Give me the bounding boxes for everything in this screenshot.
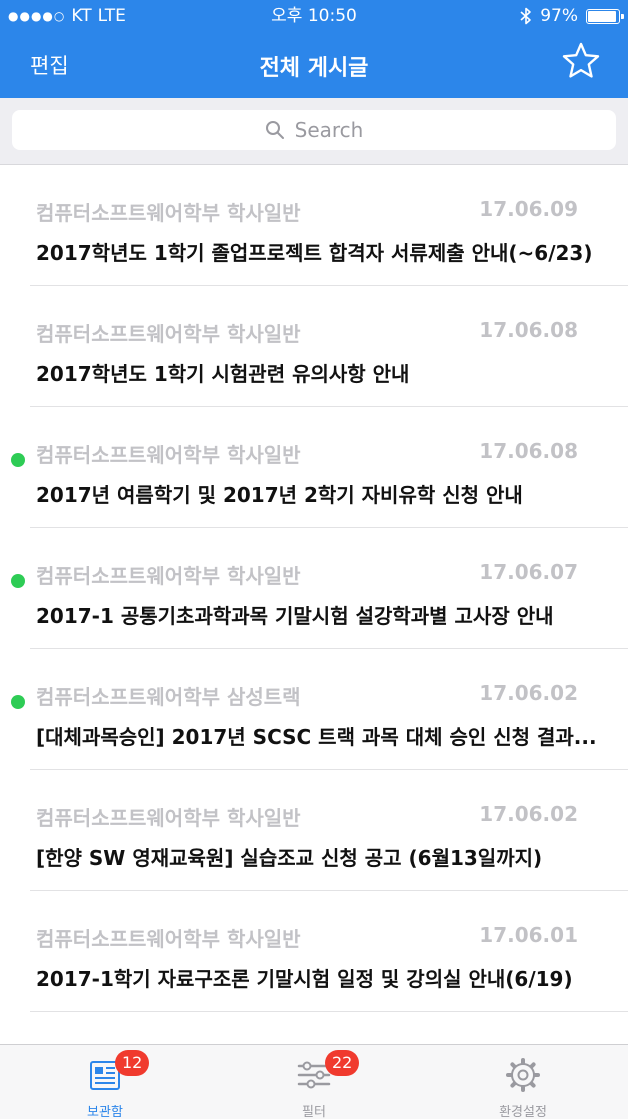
search-placeholder: Search [294, 118, 364, 142]
header: ●●●●○ KT LTE 오후 10:50 97% 편집 전체 게시글 [0, 0, 628, 98]
status-right: 97% [520, 6, 624, 26]
post-title: [한양 SW 영재교육원] 실습조교 신청 공고 (6월13일까지) [36, 846, 543, 870]
unread-dot [11, 453, 25, 467]
list-item[interactable]: 컴퓨터소프트웨어학부 학사일반 17.06.08 2017년 여름학기 및 20… [0, 407, 628, 528]
list-item[interactable]: 컴퓨터소프트웨어학부 학사일반 17.06.09 2017학년도 1학기 졸업프… [0, 165, 628, 286]
tab-label: 필터 [302, 1105, 326, 1120]
post-category: 컴퓨터소프트웨어학부 학사일반 [36, 564, 301, 588]
tab-label: 환경설정 [499, 1105, 547, 1120]
search-bar: Search [0, 98, 628, 165]
post-date: 17.06.02 [479, 802, 578, 826]
post-category: 컴퓨터소프트웨어학부 학사일반 [36, 201, 301, 225]
page-title: 전체 게시글 [259, 56, 369, 81]
post-title: 2017년 여름학기 및 2017년 2학기 자비유학 신청 안내 [36, 483, 523, 507]
list-item[interactable]: 컴퓨터소프트웨어학부 삼성트랙 17.06.02 [대체과목승인] 2017년 … [0, 649, 628, 770]
post-title: [대체과목승인] 2017년 SCSC 트랙 과목 대체 승인 신청 결과... [36, 725, 597, 749]
post-category: 컴퓨터소프트웨어학부 학사일반 [36, 927, 301, 951]
post-date: 17.06.01 [479, 923, 578, 947]
bluetooth-icon [520, 7, 532, 25]
tab-label: 보관함 [87, 1105, 123, 1120]
post-title: 2017-1 공통기초과학과목 기말시험 설강학과별 고사장 안내 [36, 604, 554, 628]
tab-filter[interactable]: 22 필터 [209, 1045, 419, 1120]
post-title: 2017학년도 1학기 졸업프로젝트 합격자 서류제출 안내(~6/23) [36, 241, 593, 265]
post-list: 컴퓨터소프트웨어학부 학사일반 17.06.09 2017학년도 1학기 졸업프… [0, 165, 628, 1012]
post-date: 17.06.07 [479, 560, 578, 584]
tab-storage[interactable]: 12 보관함 [0, 1045, 210, 1120]
post-title: 2017학년도 1학기 시험관련 유의사항 안내 [36, 362, 410, 386]
list-item[interactable]: 컴퓨터소프트웨어학부 학사일반 17.06.08 2017학년도 1학기 시험관… [0, 286, 628, 407]
tab-settings[interactable]: 환경설정 [418, 1045, 628, 1120]
battery-icon [586, 8, 624, 24]
unread-dot [11, 574, 25, 588]
tab-bar: 12 보관함 22 필터 환경설정 [0, 1044, 628, 1120]
post-date: 17.06.02 [479, 681, 578, 705]
list-item[interactable]: 컴퓨터소프트웨어학부 학사일반 17.06.01 2017-1학기 자료구조론 … [0, 891, 628, 1012]
search-input[interactable]: Search [12, 110, 616, 150]
unread-dot [11, 695, 25, 709]
tab-badge: 22 [325, 1050, 360, 1076]
tab-badge: 12 [115, 1050, 150, 1076]
list-item[interactable]: 컴퓨터소프트웨어학부 학사일반 17.06.07 2017-1 공통기초과학과목… [0, 528, 628, 649]
post-category: 컴퓨터소프트웨어학부 학사일반 [36, 443, 301, 467]
post-date: 17.06.08 [479, 318, 578, 342]
post-title: 2017-1학기 자료구조론 기말시험 일정 및 강의실 안내(6/19) [36, 967, 573, 991]
post-category: 컴퓨터소프트웨어학부 학사일반 [36, 806, 301, 830]
battery-percent: 97% [540, 6, 578, 26]
post-date: 17.06.09 [479, 197, 578, 221]
search-icon [265, 121, 284, 139]
star-icon[interactable] [560, 40, 602, 82]
post-date: 17.06.08 [479, 439, 578, 463]
post-category: 컴퓨터소프트웨어학부 삼성트랙 [36, 685, 301, 709]
post-category: 컴퓨터소프트웨어학부 학사일반 [36, 322, 301, 346]
gear-icon [506, 1058, 540, 1092]
list-item[interactable]: 컴퓨터소프트웨어학부 학사일반 17.06.02 [한양 SW 영재교육원] 실… [0, 770, 628, 891]
